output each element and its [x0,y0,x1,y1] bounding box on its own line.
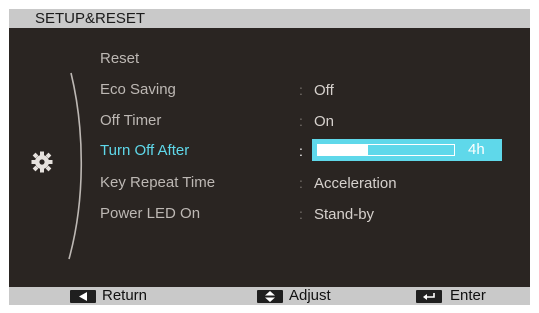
left-arrow-icon [70,289,96,303]
slider-track[interactable] [317,144,455,156]
menu-item-off-timer[interactable]: Off Timer [100,112,161,130]
slider-value: 4h [468,141,485,158]
title-bar: SETUP&RESET [9,9,530,28]
return-button[interactable]: Return [70,287,147,305]
enter-label: Enter [450,287,486,304]
menu-item-turn-off-after[interactable]: Turn Off After [100,142,189,160]
enter-button[interactable]: Enter [416,287,486,305]
return-label: Return [102,287,148,304]
value-separator: : [299,206,303,222]
menu-item-power-led-on[interactable]: Power LED On [100,205,200,223]
gear-icon [31,151,53,173]
decorative-curve [68,72,83,260]
value-separator: : [299,82,303,98]
adjust-label: Adjust [289,287,331,304]
enter-icon [416,289,442,303]
menu-item-eco-saving[interactable]: Eco Saving [100,81,176,99]
eco-saving-value: Off [314,82,334,99]
adjust-button[interactable]: Adjust [257,287,331,305]
key-repeat-time-value: Acceleration [314,175,397,192]
menu-title: SETUP&RESET [35,10,146,27]
off-timer-value: On [314,113,335,130]
menu-item-key-repeat-time[interactable]: Key Repeat Time [100,174,215,192]
osd-window: SETUP&RESET Reset Eco Saving : Off Off T… [9,9,530,305]
slider-fill [318,145,369,155]
footer-bar: Return Adjust Enter [9,287,530,305]
turn-off-after-slider[interactable]: 4h [312,139,502,161]
up-down-arrow-icon [257,289,283,303]
value-separator: : [299,113,303,129]
menu-item-reset[interactable]: Reset [100,50,139,68]
value-separator: : [299,175,303,191]
value-separator: : [299,143,303,159]
power-led-on-value: Stand-by [314,206,375,223]
